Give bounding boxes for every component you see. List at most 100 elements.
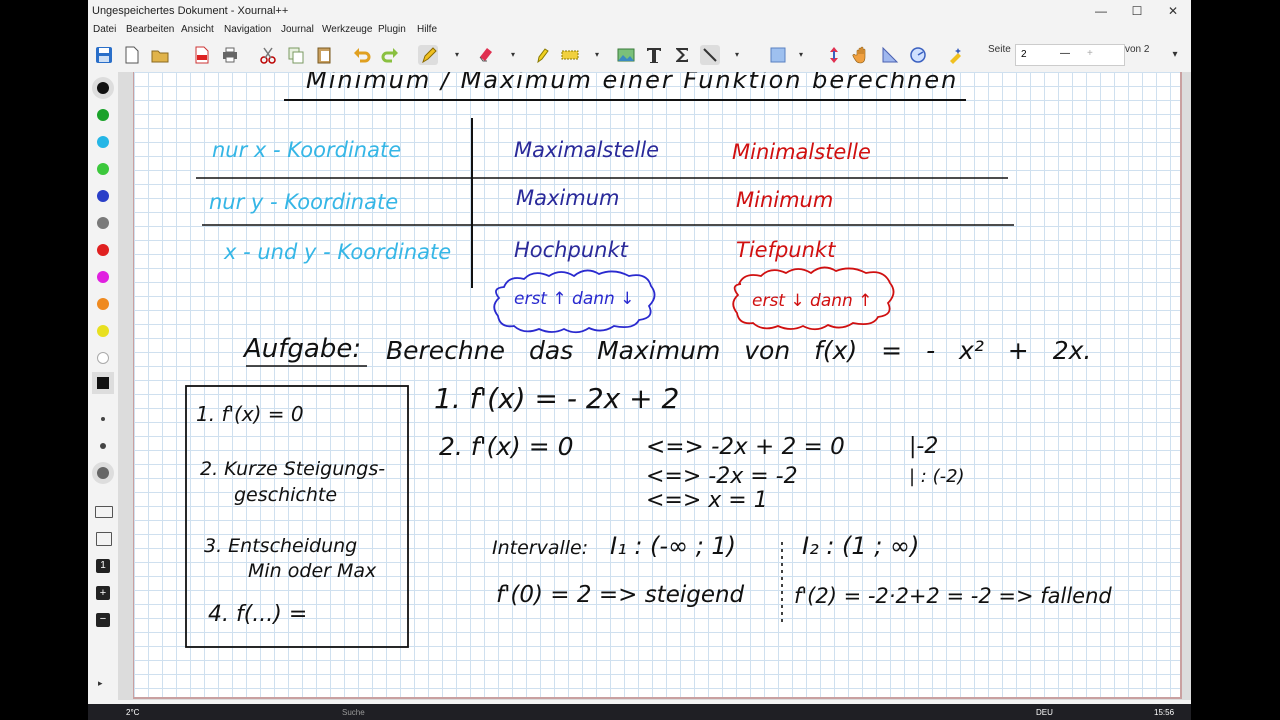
medium-stroke-icon[interactable] (100, 443, 106, 449)
taskbar-search[interactable]: Suche (342, 708, 365, 717)
row2-min: Minimum (736, 188, 834, 212)
clock-time[interactable]: 15:56 (1154, 708, 1174, 717)
xournal-window: Ungespeichertes Dokument - Xournal++ — ☐… (88, 0, 1191, 720)
page-number-input[interactable]: 2 — + (1015, 44, 1125, 66)
image-icon[interactable] (616, 45, 636, 65)
interval-1: I₁ : (-∞ ; 1) (610, 532, 737, 560)
highlighter-icon[interactable] (532, 45, 552, 65)
menu-bar: Datei Bearbeiten Ansicht Navigation Jour… (88, 22, 1191, 38)
task-label: Aufgabe: (244, 334, 362, 364)
menu-datei[interactable]: Datei (93, 24, 116, 35)
redo-icon[interactable] (380, 45, 400, 65)
color-orange-swatch[interactable] (97, 298, 109, 310)
graph-paper-page[interactable]: Minimum / Maximum einer Funktion berechn… (133, 72, 1182, 699)
eraser-icon[interactable] (476, 45, 496, 65)
color-blue-swatch[interactable] (97, 190, 109, 202)
color-lightblue-swatch[interactable] (97, 136, 109, 148)
expand-sidebar-icon[interactable]: ▸ (98, 678, 108, 688)
input-language[interactable]: DEU (1036, 708, 1053, 717)
step-3-cont: Min oder Max (248, 560, 377, 582)
set-square-icon[interactable] (880, 45, 900, 65)
eraser-options-chevron-icon[interactable]: ▾ (508, 50, 518, 60)
ruler-line-icon[interactable] (700, 45, 720, 65)
solution-line2-left: 2. f'(x) = 0 (439, 432, 574, 461)
row3-max: Hochpunkt (514, 238, 628, 262)
delete-page-icon[interactable]: − (96, 613, 110, 627)
save-icon[interactable] (94, 45, 114, 65)
intervals-label: Intervalle: (492, 537, 589, 559)
add-page-icon[interactable]: + (96, 586, 110, 600)
select-options-chevron-icon[interactable]: ▾ (592, 50, 602, 60)
color-lightgreen-swatch[interactable] (97, 163, 109, 175)
solution-line2-right: |-2 (909, 434, 939, 459)
cut-icon[interactable] (258, 45, 278, 65)
pen-tool-icon[interactable] (418, 45, 438, 65)
cloud-min-text: erst ↓ dann ↑ (752, 291, 873, 311)
hand-tool-icon[interactable] (852, 45, 872, 65)
toolbar: ▾ ▾ ▾ ▾ ▾ Seite 2 — + von 2 ▾ (88, 38, 1191, 72)
step-2: 2. Kurze Steigungs- (200, 458, 386, 480)
open-folder-icon[interactable] (150, 45, 170, 65)
color-gray-swatch[interactable] (97, 217, 109, 229)
export-pdf-icon[interactable] (192, 45, 212, 65)
paste-icon[interactable] (314, 45, 334, 65)
weather-text: 2°C (126, 708, 140, 717)
compass-icon[interactable] (908, 45, 928, 65)
step-4: 4. f(...) = (208, 602, 308, 627)
canvas-scroll-area[interactable]: Minimum / Maximum einer Funktion berechn… (118, 72, 1191, 700)
shape-options-chevron-icon[interactable]: ▾ (732, 50, 742, 60)
color-red-swatch[interactable] (97, 244, 109, 256)
row1-label: nur x - Koordinate (212, 138, 402, 162)
color-white-swatch[interactable] (97, 352, 109, 364)
copy-icon[interactable] (286, 45, 306, 65)
undo-icon[interactable] (352, 45, 372, 65)
solution-line3-right: | : (-2) (909, 466, 965, 487)
menu-werkzeuge[interactable]: Werkzeuge (322, 24, 372, 35)
select-region-icon[interactable] (560, 45, 580, 65)
plugin-icon[interactable] (946, 45, 966, 65)
menu-journal[interactable]: Journal (281, 24, 314, 35)
color-yellow-swatch[interactable] (97, 325, 109, 337)
interval-2: I₂ : (1 ; ∞) (802, 532, 920, 560)
menu-bearbeiten[interactable]: Bearbeiten (126, 24, 174, 35)
toolbar-overflow-chevron-icon[interactable]: ▾ (1170, 50, 1180, 60)
fill-options-chevron-icon[interactable]: ▾ (796, 50, 806, 60)
text-tool-icon[interactable] (644, 45, 664, 65)
color-green-swatch[interactable] (97, 109, 109, 121)
pen-options-chevron-icon[interactable]: ▾ (452, 50, 462, 60)
solution-line2-mid: <=> -2x + 2 = 0 (646, 434, 845, 460)
menu-navigation[interactable]: Navigation (224, 24, 271, 35)
thick-stroke-icon[interactable] (97, 467, 109, 479)
custom-color-swatch[interactable] (97, 377, 109, 389)
task-text: Berechne das Maximum von f(x) = - x² + 2… (386, 336, 1092, 365)
cloud-max-text: erst ↑ dann ↓ (514, 289, 635, 309)
page-decrement-button[interactable]: — (1060, 48, 1070, 59)
row2-max: Maximum (516, 186, 620, 210)
close-button[interactable]: ✕ (1156, 2, 1190, 20)
step-3: 3. Entscheidung (204, 535, 358, 557)
single-page-icon[interactable]: 1 (96, 559, 110, 573)
latex-sigma-icon[interactable] (672, 45, 692, 65)
color-magenta-swatch[interactable] (97, 271, 109, 283)
title-bar: Ungespeichertes Dokument - Xournal++ — ☐… (88, 0, 1191, 22)
menu-plugin[interactable]: Plugin (378, 24, 406, 35)
page-increment-button[interactable]: + (1087, 48, 1093, 59)
window-title: Ungespeichertes Dokument - Xournal++ (92, 5, 289, 17)
minimize-button[interactable]: — (1084, 2, 1118, 20)
two-page-view-icon[interactable] (95, 506, 113, 518)
vertical-space-icon[interactable] (824, 45, 844, 65)
row1-max: Maximalstelle (514, 138, 660, 162)
step-2-cont: geschichte (234, 484, 338, 506)
thin-stroke-icon[interactable] (101, 417, 105, 421)
new-document-icon[interactable] (122, 45, 142, 65)
maximize-button[interactable]: ☐ (1120, 2, 1154, 20)
print-icon[interactable] (220, 45, 240, 65)
color-black-swatch[interactable] (97, 82, 109, 94)
menu-hilfe[interactable]: Hilfe (417, 24, 437, 35)
row3-min: Tiefpunkt (736, 238, 836, 262)
step-1: 1. f'(x) = 0 (196, 402, 304, 426)
solution-line3-mid: <=> -2x = -2 (646, 464, 798, 489)
menu-ansicht[interactable]: Ansicht (181, 24, 214, 35)
presentation-view-icon[interactable] (96, 532, 112, 546)
fill-color-icon[interactable] (768, 45, 788, 65)
